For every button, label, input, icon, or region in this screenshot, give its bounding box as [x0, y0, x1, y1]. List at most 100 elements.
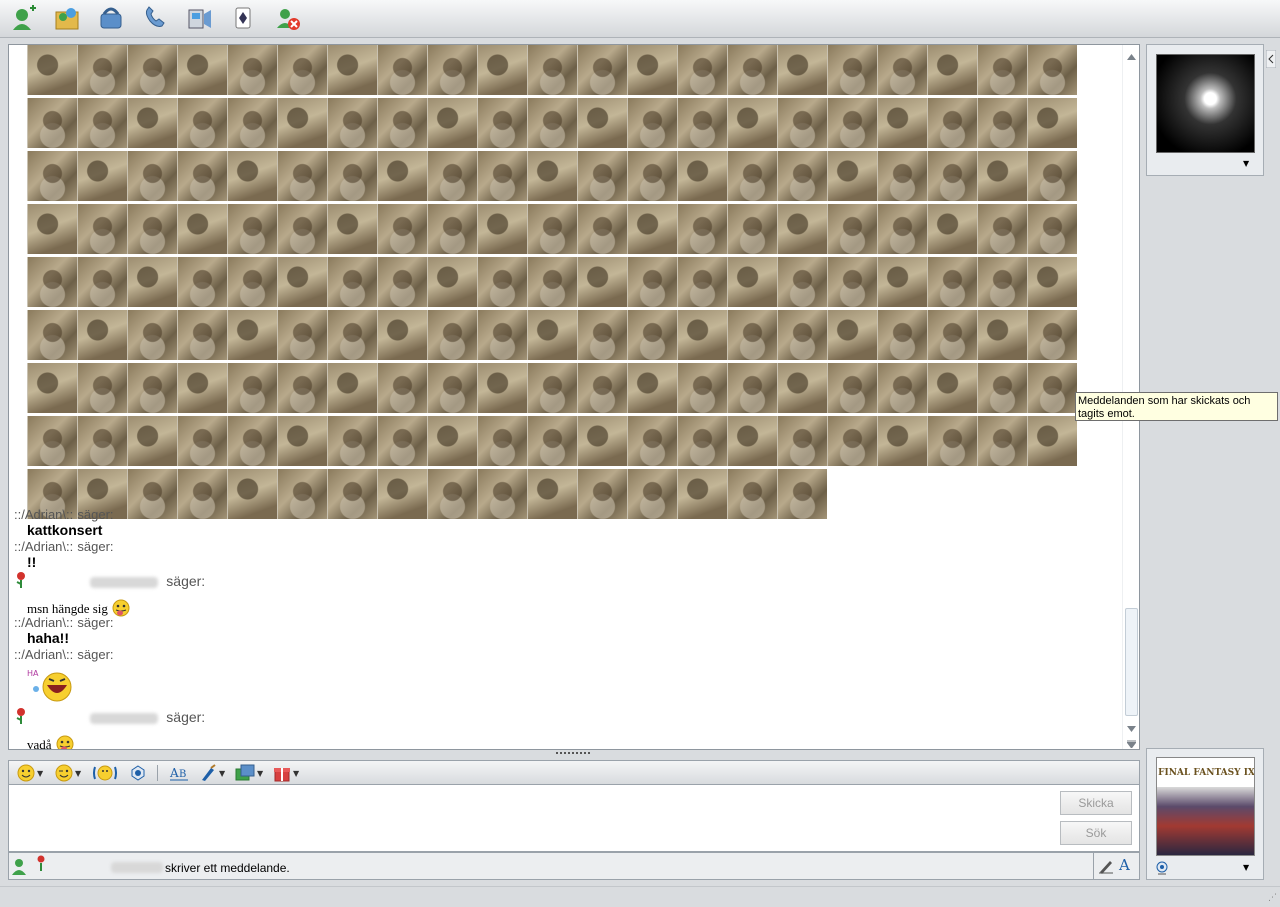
message-input[interactable]: Skicka Sök: [8, 785, 1140, 852]
font-icon[interactable]: AB: [169, 763, 189, 783]
cat-emoticon-icon: [977, 310, 1027, 360]
status-bar: skriver ett meddelande. A: [8, 852, 1140, 880]
add-contact-icon[interactable]: [10, 4, 38, 32]
cat-emoticon-icon: [727, 151, 777, 201]
display-picture-image: [1156, 54, 1255, 153]
cat-emoticon-icon: [227, 204, 277, 254]
cat-emoticon-icon: [827, 204, 877, 254]
message-text: vadå: [27, 735, 75, 749]
games-icon[interactable]: [230, 4, 258, 32]
cat-emoticon-icon: [27, 363, 77, 413]
svg-text:HA: HA: [27, 669, 39, 678]
cat-emoticon-icon: [777, 469, 827, 519]
cat-emoticon-icon: [27, 45, 77, 95]
cat-emoticon-icon: [427, 416, 477, 466]
cat-emoticon-icon: [477, 416, 527, 466]
message-header: ::/Adrian\:: säger:: [14, 539, 114, 555]
typing-status: skriver ett meddelande.: [165, 861, 290, 875]
webcam-icon[interactable]: [1155, 861, 1169, 879]
cat-emoticon-icon: [927, 204, 977, 254]
cat-emoticon-icon: [527, 257, 577, 307]
collapse-panel-icon[interactable]: [1265, 49, 1277, 72]
cat-emoticon-icon: [177, 204, 227, 254]
scroll-bottom-icon[interactable]: [1126, 737, 1137, 749]
cat-emoticon-icon: [477, 151, 527, 201]
cat-emoticon-icon: [627, 310, 677, 360]
cat-emoticon-icon: [177, 416, 227, 466]
cat-emoticon-icon: [427, 98, 477, 148]
cat-emoticon-icon: [877, 416, 927, 466]
handwriting-icon[interactable]: [1098, 858, 1114, 877]
flower-icon: [14, 571, 28, 593]
resize-grip-icon[interactable]: ⋰: [1268, 893, 1277, 903]
cat-emoticon-icon: [827, 257, 877, 307]
message-header: ::/Adrian\:: säger:: [14, 615, 114, 631]
contact-display-picture[interactable]: ▼: [1146, 44, 1264, 176]
cat-emoticon-icon: [527, 151, 577, 201]
cat-emoticon-icon: [527, 98, 577, 148]
cat-emoticon-icon: [677, 98, 727, 148]
phone-icon[interactable]: [98, 4, 126, 32]
gift-icon[interactable]: ▼: [273, 763, 299, 783]
cat-emoticon-icon: [877, 45, 927, 95]
pane-splitter[interactable]: [556, 752, 590, 756]
scroll-up-icon[interactable]: [1127, 49, 1136, 64]
call-icon[interactable]: [142, 4, 170, 32]
video-icon[interactable]: [186, 4, 214, 32]
cat-emoticon-icon: [1027, 98, 1077, 148]
conversation-history[interactable]: ::/Adrian\:: säger: kattkonsert ::/Adria…: [8, 44, 1140, 750]
blurred-contact-name: [90, 713, 159, 724]
cat-emoticon-icon: [127, 151, 177, 201]
background-icon[interactable]: ▼: [199, 763, 225, 783]
cat-emoticon-icon: [27, 98, 77, 148]
message-header: säger:: [14, 571, 205, 593]
emoticon-icon[interactable]: ▼: [17, 763, 43, 783]
cat-emoticon-icon: [877, 151, 927, 201]
scroll-down-icon[interactable]: [1127, 721, 1136, 736]
cat-emoticon-icon: [77, 98, 127, 148]
cat-emoticon-icon: [877, 363, 927, 413]
chevron-down-icon[interactable]: ▼: [1243, 863, 1249, 872]
sender-name: ::/Adrian\::: [14, 647, 74, 662]
scroll-thumb[interactable]: [1125, 608, 1138, 716]
chevron-down-icon[interactable]: ▼: [1243, 159, 1249, 168]
cat-emoticon-icon: [27, 204, 77, 254]
blurred-contact-name: [90, 577, 159, 588]
cat-emoticon-icon: [1027, 363, 1077, 413]
says-label: säger:: [77, 507, 114, 522]
block-icon[interactable]: [274, 4, 302, 32]
emoticon-row: [27, 416, 1077, 466]
cat-emoticon-icon: [427, 469, 477, 519]
search-button[interactable]: Sök: [1060, 821, 1132, 845]
emoticon-row: [27, 469, 1077, 519]
share-icon[interactable]: ▼: [235, 763, 263, 783]
voice-clip-icon[interactable]: [129, 763, 147, 783]
cat-emoticon-icon: [177, 98, 227, 148]
tongue-emoticon-icon: [111, 599, 131, 623]
cat-emoticon-icon: [427, 363, 477, 413]
nudge-icon[interactable]: [93, 763, 117, 783]
wink-icon[interactable]: ▼: [55, 763, 81, 783]
cat-emoticon-icon: [677, 204, 727, 254]
toolbar-separator: [157, 765, 158, 781]
cat-emoticon-icon: [727, 45, 777, 95]
message-text: haha!!: [27, 630, 69, 646]
share-files-icon[interactable]: [54, 4, 82, 32]
send-button[interactable]: Skicka: [1060, 791, 1132, 815]
cat-emoticon-icon: [927, 98, 977, 148]
cat-emoticon-icon: [1027, 416, 1077, 466]
cat-emoticon-icon: [727, 310, 777, 360]
cat-emoticon-icon: [227, 310, 277, 360]
cat-emoticon-icon: [827, 151, 877, 201]
cat-emoticon-icon: [1027, 257, 1077, 307]
cat-emoticon-icon: [327, 98, 377, 148]
cat-emoticon-icon: [777, 310, 827, 360]
says-label: säger:: [77, 647, 114, 662]
cat-emoticon-icon: [477, 45, 527, 95]
cat-emoticon-icon: [677, 416, 727, 466]
window-bottom-edge: ⋰: [0, 886, 1280, 907]
cat-emoticon-icon: [927, 45, 977, 95]
cat-emoticon-icon: [927, 416, 977, 466]
font-style-icon[interactable]: A: [1119, 856, 1130, 874]
my-display-picture[interactable]: FINAL FANTASY IX ▼: [1146, 748, 1264, 880]
